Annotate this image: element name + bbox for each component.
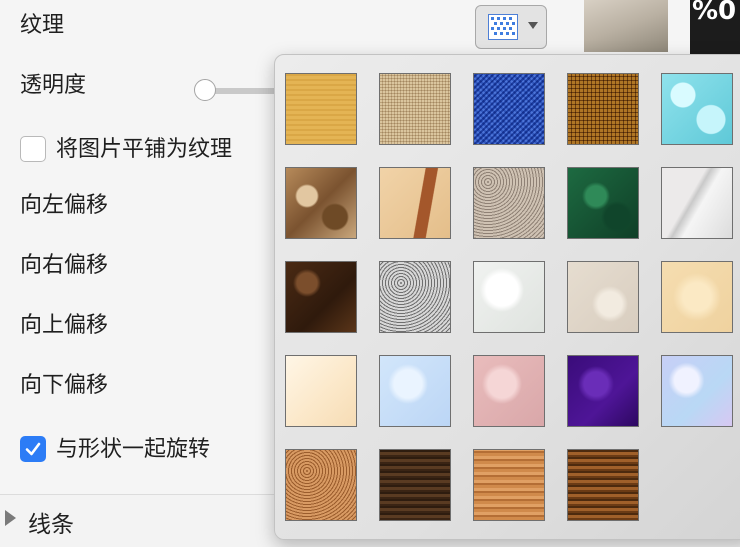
texture-option-newsprint[interactable] xyxy=(473,261,545,333)
texture-option-brown-marble[interactable] xyxy=(285,261,357,333)
transparency-slider-thumb[interactable] xyxy=(194,79,216,101)
texture-option-parchment[interactable] xyxy=(661,261,733,333)
chevron-down-icon xyxy=(528,22,538,29)
texture-option-blue-tissue[interactable] xyxy=(379,355,451,427)
offset-down-label: 向下偏移 xyxy=(20,373,109,398)
texture-option-medium-wood[interactable] xyxy=(567,449,639,521)
texture-dropdown-popup xyxy=(274,54,740,540)
texture-option-brown-granite[interactable] xyxy=(473,167,545,239)
texture-picker-button[interactable] xyxy=(475,5,547,49)
texture-option-oak[interactable] xyxy=(473,449,545,521)
texture-option-paper-bag[interactable] xyxy=(285,167,357,239)
texture-option-purple-mesh[interactable] xyxy=(567,355,639,427)
texture-option-fish-fossil[interactable] xyxy=(379,167,451,239)
transparency-slider-track[interactable] xyxy=(205,88,285,94)
image-preview-thumbnail xyxy=(584,0,668,52)
rotate-with-shape-label: 与形状一起旋转 xyxy=(56,437,211,462)
texture-option-green-marble[interactable] xyxy=(567,167,639,239)
texture-swatch-icon xyxy=(488,14,518,40)
tile-as-texture-checkbox[interactable] xyxy=(20,136,46,162)
rotate-with-shape-checkbox[interactable] xyxy=(20,436,46,462)
transparency-label: 透明度 xyxy=(20,73,87,98)
texture-option-pink-tissue[interactable] xyxy=(473,355,545,427)
texture-label: 纹理 xyxy=(20,13,65,38)
offset-right-label: 向右偏移 xyxy=(20,253,109,278)
texture-option-woven-mat[interactable] xyxy=(567,73,639,145)
texture-option-water-droplets[interactable] xyxy=(661,73,733,145)
texture-option-sand[interactable] xyxy=(567,261,639,333)
texture-option-cork[interactable] xyxy=(285,449,357,521)
dark-strip-text: %0 xyxy=(692,0,737,26)
disclosure-triangle-icon[interactable] xyxy=(5,510,16,526)
offset-left-label: 向左偏移 xyxy=(20,193,109,218)
texture-option-canvas[interactable] xyxy=(379,73,451,145)
offset-up-label: 向上偏移 xyxy=(20,313,109,338)
texture-option-granite[interactable] xyxy=(379,261,451,333)
texture-option-walnut[interactable] xyxy=(379,449,451,521)
texture-option-papyrus[interactable] xyxy=(285,73,357,145)
texture-option-stationery[interactable] xyxy=(285,355,357,427)
tile-as-texture-label: 将图片平铺为纹理 xyxy=(56,137,233,162)
line-section-label: 线条 xyxy=(28,512,74,538)
texture-option-bouquet[interactable] xyxy=(661,355,733,427)
texture-option-denim[interactable] xyxy=(473,73,545,145)
checkmark-icon xyxy=(25,442,41,456)
texture-option-white-marble[interactable] xyxy=(661,167,733,239)
